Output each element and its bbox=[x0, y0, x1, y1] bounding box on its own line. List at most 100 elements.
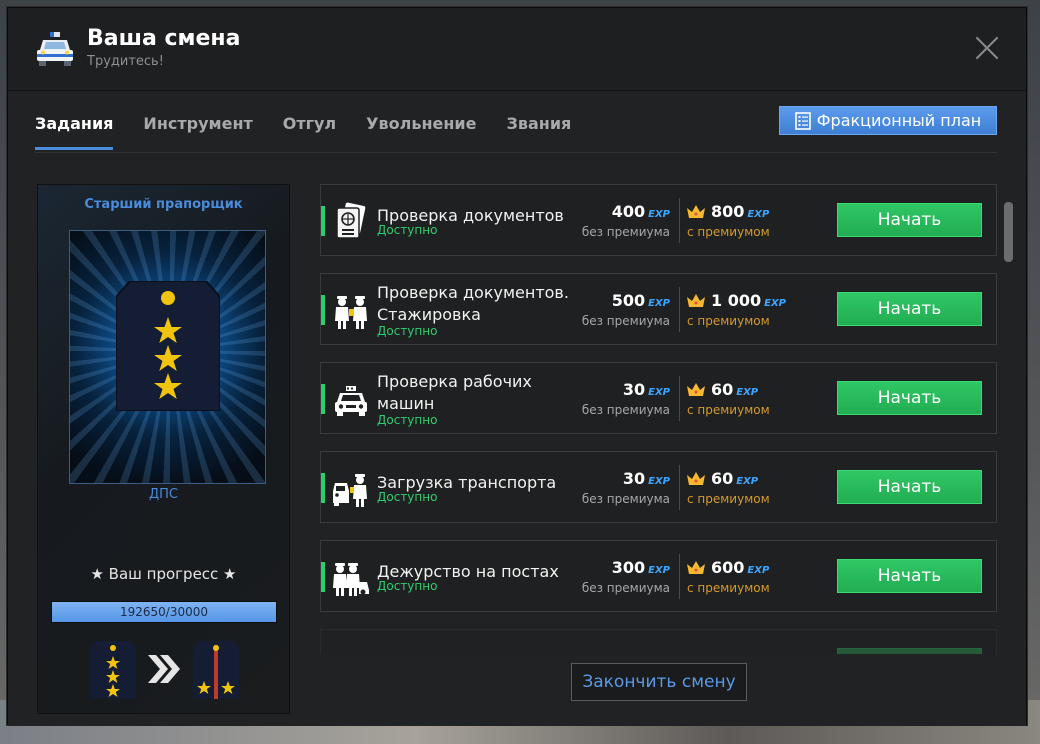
no-premium-label: без премиума bbox=[581, 492, 670, 506]
close-icon[interactable] bbox=[974, 35, 1000, 61]
shoulder-strap-icon bbox=[116, 281, 220, 411]
crown-icon bbox=[687, 294, 705, 307]
base-exp-value: 30 bbox=[622, 469, 646, 488]
shift-window: Ваша смена Трудитесь! Задания Инструмент… bbox=[7, 7, 1027, 726]
task-status: Доступно bbox=[377, 223, 438, 237]
task-name: Проверка рабочих машин bbox=[377, 372, 532, 413]
premium-reward: 1 000 EXP с премиумом bbox=[687, 291, 786, 328]
tab-tasks[interactable]: Задания bbox=[35, 114, 114, 150]
police-car-icon bbox=[37, 32, 73, 66]
task-accent bbox=[321, 384, 325, 414]
task-accent bbox=[321, 562, 325, 592]
tab-dismissal[interactable]: Увольнение bbox=[366, 114, 476, 150]
premium-exp-value: 800 bbox=[711, 202, 745, 221]
crown-icon bbox=[687, 561, 705, 574]
end-shift-button[interactable]: Закончить смену bbox=[571, 663, 747, 701]
faction-plan-button[interactable]: Фракционный план bbox=[779, 106, 997, 135]
officer-car-icon bbox=[333, 474, 367, 507]
task-status: Доступно bbox=[377, 490, 438, 504]
rank-name: Старший прапорщик bbox=[84, 197, 243, 212]
checklist-icon bbox=[794, 111, 811, 130]
task-row: Проверка рабочих машин Доступно 30 EXP бе… bbox=[320, 362, 997, 434]
start-button[interactable]: Начать bbox=[837, 470, 982, 504]
exp-label: EXP bbox=[736, 476, 759, 487]
exp-label: EXP bbox=[648, 476, 670, 487]
exp-label: EXP bbox=[764, 298, 786, 309]
scrollbar[interactable] bbox=[1004, 202, 1013, 262]
start-button[interactable]: Начать bbox=[837, 292, 982, 326]
premium-exp-value: 60 bbox=[711, 380, 734, 399]
current-rank-icon bbox=[90, 641, 136, 699]
task-status: Доступно bbox=[377, 413, 438, 427]
passport-icon bbox=[336, 202, 366, 239]
base-exp-value: 500 bbox=[611, 291, 646, 310]
next-rank-icon bbox=[193, 641, 239, 699]
task-status: Доступно bbox=[377, 324, 438, 338]
task-accent bbox=[321, 473, 325, 503]
with-premium-label: с премиумом bbox=[687, 492, 770, 506]
base-exp-value: 300 bbox=[611, 558, 646, 577]
exp-label: EXP bbox=[648, 387, 670, 398]
premium-exp-value: 600 bbox=[711, 558, 745, 577]
exp-label: EXP bbox=[736, 387, 759, 398]
with-premium-label: с премиумом bbox=[687, 581, 770, 595]
with-premium-label: с премиумом bbox=[687, 225, 770, 239]
no-premium-label: без премиума bbox=[581, 403, 670, 417]
window-body: Задания Инструмент Отгул Увольнение Зван… bbox=[8, 92, 1026, 726]
start-button[interactable]: Начать bbox=[837, 203, 982, 237]
exp-label: EXP bbox=[648, 565, 670, 576]
window-title: Ваша смена bbox=[87, 26, 241, 51]
reward-divider bbox=[679, 465, 680, 510]
officers-icon bbox=[335, 296, 367, 329]
task-row bbox=[320, 629, 997, 654]
tab-ranks[interactable]: Звания bbox=[506, 114, 571, 150]
rank-card: Старший прапорщик ДПС ★ Ваш прогресс ★ 1… bbox=[37, 184, 290, 714]
progress-label: ★ Ваш прогресс ★ bbox=[90, 565, 237, 583]
task-list: Проверка документов Доступно 400 EXP без … bbox=[320, 184, 999, 654]
rank-image bbox=[69, 230, 266, 484]
base-reward: 300 EXP без премиума bbox=[582, 558, 670, 595]
task-row: Проверка документов Доступно 400 EXP без … bbox=[320, 184, 997, 256]
start-button[interactable]: Начать bbox=[837, 381, 982, 415]
tabs-divider bbox=[35, 152, 997, 153]
base-reward: 400 EXP без премиума bbox=[582, 202, 670, 239]
premium-exp-value: 60 bbox=[711, 469, 734, 488]
base-reward: 500 EXP без премиума bbox=[582, 291, 670, 328]
task-accent bbox=[321, 295, 325, 325]
premium-reward: 600 EXP с премиумом bbox=[687, 558, 770, 595]
premium-reward: 60 EXP с премиумом bbox=[687, 469, 770, 506]
tab-day-off[interactable]: Отгул bbox=[283, 114, 336, 150]
with-premium-label: с премиумом bbox=[687, 314, 770, 328]
base-exp-value: 400 bbox=[611, 202, 646, 221]
start-button[interactable]: Начать bbox=[837, 559, 982, 593]
task-name: Проверка документов. Стажировка bbox=[377, 283, 569, 324]
task-row: Дежурство на постах Доступно 300 EXP без … bbox=[320, 540, 997, 612]
premium-reward: 800 EXP с премиумом bbox=[687, 202, 770, 239]
start-button[interactable] bbox=[837, 648, 982, 654]
task-status: Доступно bbox=[377, 579, 438, 593]
crown-icon bbox=[687, 383, 705, 396]
reward-divider bbox=[679, 554, 680, 599]
tab-tools[interactable]: Инструмент bbox=[143, 114, 252, 150]
post-duty-icon bbox=[333, 563, 369, 596]
no-premium-label: без премиума bbox=[581, 581, 670, 595]
no-premium-label: без премиума bbox=[581, 314, 670, 328]
reward-divider bbox=[679, 198, 680, 243]
crown-icon bbox=[687, 472, 705, 485]
progress-bar: 192650/30000 bbox=[51, 601, 277, 623]
progress-text: 192650/30000 bbox=[119, 605, 209, 619]
exp-label: EXP bbox=[648, 209, 670, 220]
base-reward: 30 EXP без премиума bbox=[582, 469, 670, 506]
rank-unit: ДПС bbox=[148, 487, 178, 502]
reward-divider bbox=[679, 376, 680, 421]
exp-label: EXP bbox=[747, 209, 770, 220]
tab-bar: Задания Инструмент Отгул Увольнение Зван… bbox=[35, 114, 571, 150]
with-premium-label: с премиумом bbox=[687, 403, 770, 417]
window-subtitle: Трудитесь! bbox=[87, 54, 164, 69]
window-header: Ваша смена Трудитесь! bbox=[8, 8, 1026, 91]
taxi-car-icon bbox=[335, 386, 367, 416]
task-accent bbox=[321, 206, 325, 236]
arrow-right-icon bbox=[148, 655, 180, 683]
exp-label: EXP bbox=[747, 565, 770, 576]
exp-label: EXP bbox=[648, 298, 670, 309]
